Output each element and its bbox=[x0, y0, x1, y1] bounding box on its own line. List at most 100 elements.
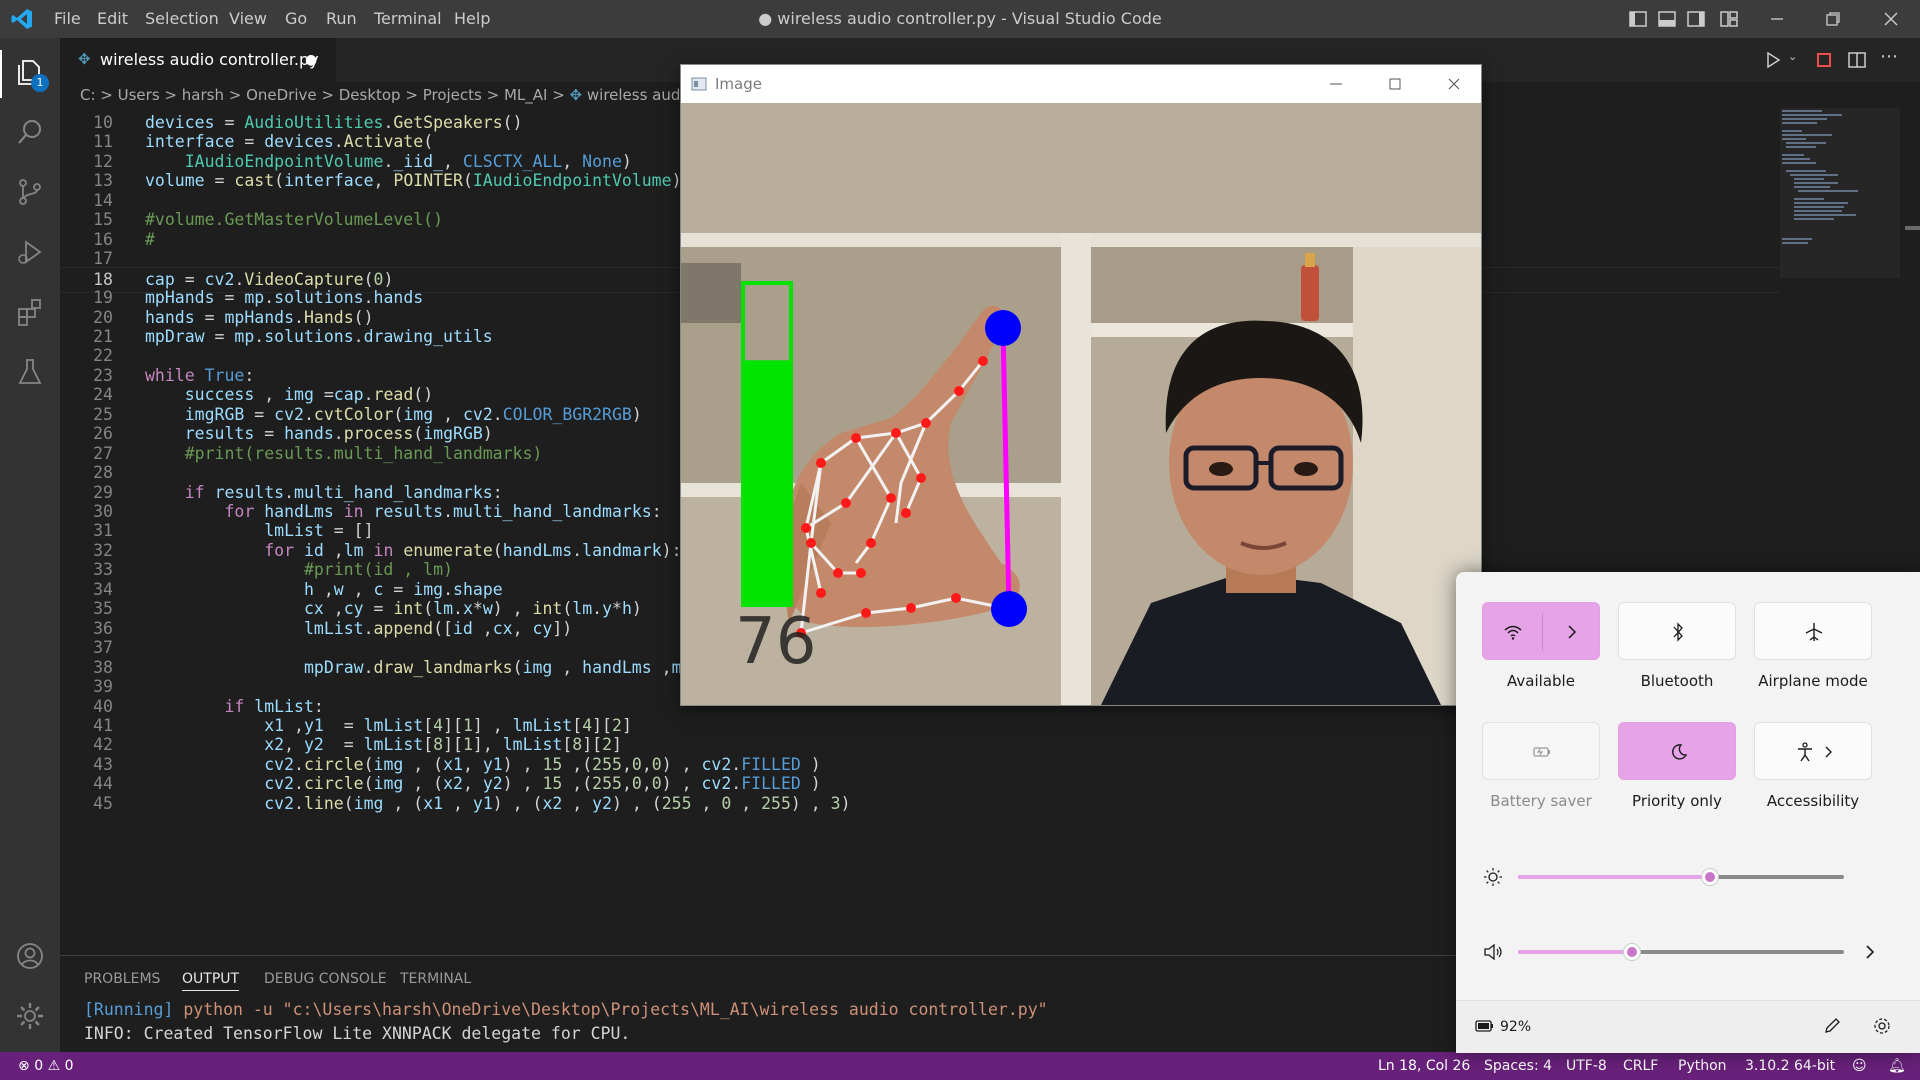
speaker-volume-icon[interactable] bbox=[1482, 941, 1504, 963]
panel-tab-output[interactable]: OUTPUT bbox=[182, 968, 240, 991]
feedback-icon[interactable]: ☺ bbox=[1852, 1052, 1867, 1080]
breadcrumb-item[interactable]: Projects bbox=[423, 86, 482, 104]
breadcrumb-separator: > bbox=[159, 86, 182, 104]
image-maximize-icon[interactable] bbox=[1386, 75, 1404, 93]
run-command: python -u "c:\Users\harsh\OneDrive\Deskt… bbox=[173, 1000, 1048, 1019]
activity-bar: 1 bbox=[0, 38, 60, 1052]
accessibility-tile[interactable] bbox=[1754, 722, 1872, 780]
testing-icon[interactable] bbox=[14, 356, 46, 388]
priority-only-label: Priority only bbox=[1632, 792, 1722, 810]
restore-icon[interactable] bbox=[1822, 8, 1844, 30]
notifications-bell-icon[interactable]: 🔔︎ bbox=[1888, 1052, 1906, 1080]
battery-saver-label: Battery saver bbox=[1490, 792, 1592, 810]
breadcrumb-separator: > bbox=[95, 86, 118, 104]
brightness-slider-thumb[interactable] bbox=[1701, 868, 1720, 886]
image-window-titlebar[interactable]: Image bbox=[681, 65, 1481, 103]
tab-label: wireless audio controller.py bbox=[100, 50, 319, 69]
volume-slider-thumb[interactable] bbox=[1623, 943, 1642, 961]
breadcrumb-separator: > bbox=[223, 86, 247, 104]
settings-gear-icon[interactable] bbox=[1872, 1016, 1892, 1036]
python-interpreter[interactable]: 3.10.2 64-bit bbox=[1745, 1052, 1835, 1080]
volume-mixer-chevron-right-icon[interactable] bbox=[1862, 942, 1878, 962]
encoding[interactable]: UTF-8 bbox=[1566, 1052, 1607, 1080]
status-bar: ⊗ 0 ⚠ 0 Ln 18, Col 26 Spaces: 4 UTF-8 CR… bbox=[0, 1052, 1920, 1080]
accessibility-icon bbox=[1798, 742, 1812, 762]
breadcrumb-item[interactable]: ML_AI bbox=[504, 86, 547, 104]
more-actions-icon[interactable]: ⋯ bbox=[1880, 46, 1898, 67]
bluetooth-tile[interactable] bbox=[1618, 602, 1736, 660]
breadcrumb: C: > Users > harsh > OneDrive > Desktop … bbox=[80, 82, 707, 108]
problems-status[interactable]: ⊗ 0 ⚠ 0 bbox=[18, 1052, 74, 1080]
toggle-primary-sidebar-icon[interactable] bbox=[1627, 8, 1649, 30]
bluetooth-label: Bluetooth bbox=[1640, 672, 1714, 690]
breadcrumb-separator: > bbox=[316, 86, 339, 104]
volume-bar-fill bbox=[743, 360, 791, 605]
panel-tab-problems[interactable]: PROBLEMS bbox=[84, 968, 160, 990]
extensions-icon[interactable] bbox=[14, 296, 46, 328]
breadcrumb-item[interactable]: Users bbox=[118, 86, 160, 104]
panel-tab-debug-console[interactable]: DEBUG CONSOLE bbox=[264, 968, 387, 990]
breadcrumb-item[interactable]: C: bbox=[80, 86, 96, 104]
python-file-icon: ✥ bbox=[78, 50, 91, 68]
error-icon: ⊗ bbox=[18, 1058, 30, 1074]
run-dropdown-chevron-icon[interactable]: ⌄ bbox=[1788, 50, 1797, 63]
toggle-secondary-sidebar-icon[interactable] bbox=[1685, 8, 1707, 30]
airplane-icon bbox=[1805, 623, 1823, 641]
toggle-panel-icon[interactable] bbox=[1656, 8, 1678, 30]
breadcrumb-separator: > bbox=[481, 86, 504, 104]
panel-tab-terminal[interactable]: TERMINAL bbox=[400, 968, 471, 990]
battery-charging-icon[interactable] bbox=[1474, 1017, 1496, 1035]
wifi-tile[interactable] bbox=[1482, 602, 1600, 660]
accessibility-chevron-right-icon[interactable] bbox=[1823, 745, 1835, 759]
run-python-file-icon[interactable] bbox=[1762, 49, 1784, 71]
search-icon[interactable] bbox=[14, 116, 46, 148]
settings-gear-icon[interactable] bbox=[14, 1000, 46, 1032]
split-editor-icon[interactable] bbox=[1846, 49, 1868, 71]
output-line-running: [Running] python -u "c:\Users\harsh\OneD… bbox=[84, 998, 1048, 1022]
accounts-icon[interactable] bbox=[14, 940, 46, 972]
edit-pencil-icon[interactable] bbox=[1822, 1016, 1842, 1036]
quick-settings-flyout: Available Bluetooth Airplane mode Batter… bbox=[1456, 572, 1920, 1053]
image-app-icon bbox=[691, 77, 707, 91]
run-and-debug-icon[interactable] bbox=[14, 236, 46, 268]
line-number: 45 bbox=[93, 793, 113, 813]
image-window-title: Image bbox=[715, 75, 762, 93]
airplane-mode-tile[interactable] bbox=[1754, 602, 1872, 660]
breadcrumb-separator: > bbox=[547, 86, 570, 104]
tile-divider bbox=[1542, 613, 1543, 651]
image-window[interactable]: Image 76 bbox=[680, 64, 1482, 706]
breadcrumb-separator: > bbox=[400, 86, 423, 104]
language-mode[interactable]: Python bbox=[1678, 1052, 1727, 1080]
end-of-line[interactable]: CRLF bbox=[1623, 1052, 1658, 1080]
quick-settings-footer: 92% bbox=[1456, 1000, 1920, 1053]
scrollbar-thumb[interactable] bbox=[1905, 226, 1920, 230]
breadcrumb-item[interactable]: OneDrive bbox=[246, 86, 317, 104]
webcam-scene: 76 bbox=[681, 103, 1481, 705]
volume-slider-fill bbox=[1518, 950, 1633, 954]
breadcrumb-item[interactable]: Desktop bbox=[339, 86, 401, 104]
wifi-chevron-right-icon[interactable] bbox=[1565, 623, 1579, 641]
battery-percent: 92% bbox=[1500, 1019, 1532, 1035]
tab-wireless-audio-controller[interactable]: ✥ wireless audio controller.py ● bbox=[60, 38, 336, 82]
image-minimize-icon[interactable] bbox=[1327, 75, 1345, 93]
customize-layout-icon[interactable] bbox=[1718, 8, 1740, 30]
warning-count: 0 bbox=[64, 1058, 74, 1074]
python-file-icon: ✥ bbox=[569, 86, 587, 104]
stop-code-run-icon[interactable] bbox=[1813, 49, 1835, 71]
indentation[interactable]: Spaces: 4 bbox=[1484, 1052, 1552, 1080]
priority-only-tile[interactable] bbox=[1618, 722, 1736, 780]
battery-saver-icon bbox=[1533, 747, 1550, 757]
unsaved-dot-icon[interactable]: ● bbox=[305, 38, 317, 82]
breadcrumb-item[interactable]: harsh bbox=[182, 86, 224, 104]
wifi-icon bbox=[1504, 625, 1522, 640]
source-control-icon[interactable] bbox=[14, 176, 46, 208]
thumb-tip-circle bbox=[991, 591, 1027, 627]
volume-percent-text: 76 bbox=[735, 605, 816, 679]
image-close-icon[interactable] bbox=[1445, 75, 1463, 93]
accessibility-label: Accessibility bbox=[1766, 792, 1860, 810]
minimap[interactable] bbox=[1780, 108, 1900, 278]
cursor-position[interactable]: Ln 18, Col 26 bbox=[1378, 1052, 1470, 1080]
minimize-icon[interactable] bbox=[1766, 8, 1788, 30]
wifi-label: Available bbox=[1507, 672, 1575, 690]
close-icon[interactable] bbox=[1880, 8, 1902, 30]
